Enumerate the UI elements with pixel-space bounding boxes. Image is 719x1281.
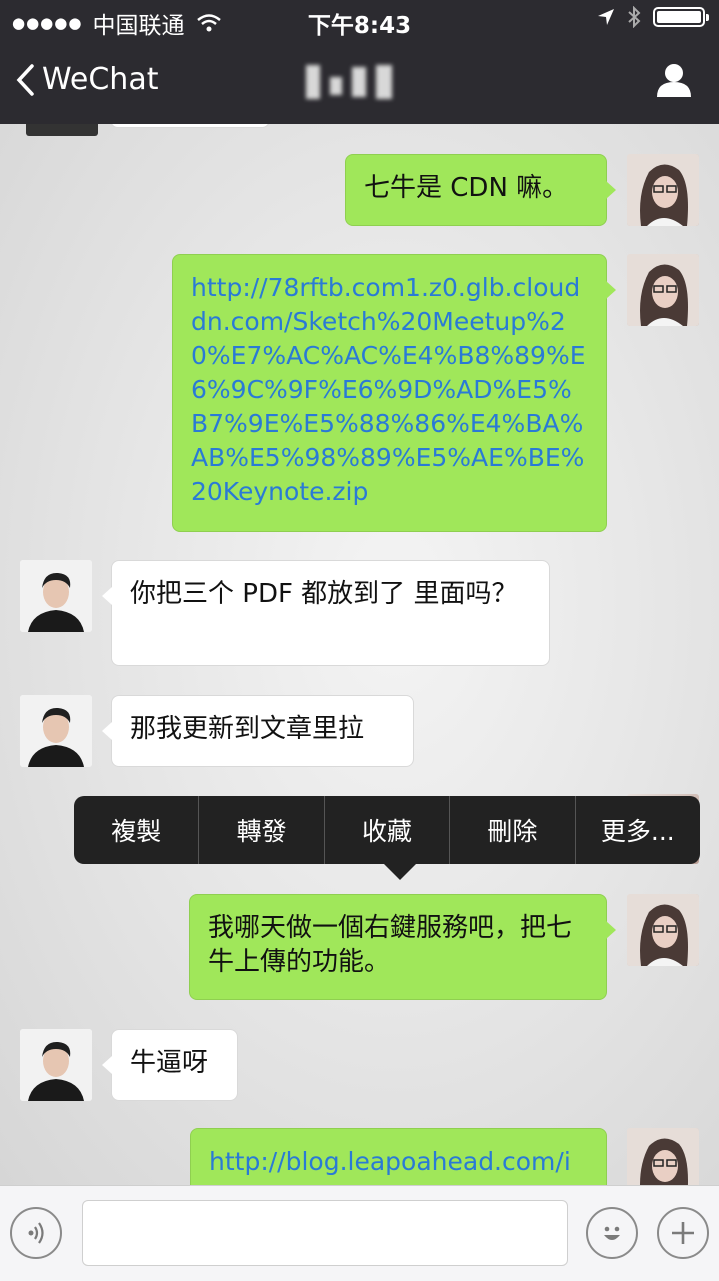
avatar[interactable]: [20, 1029, 92, 1101]
message-bubble[interactable]: http://blog.leapoahead.com/i: [190, 1128, 607, 1185]
message-bubble[interactable]: 那我更新到文章里拉: [102, 695, 414, 767]
user-photo-icon: [20, 560, 92, 632]
avatar[interactable]: [627, 254, 699, 326]
menu-item-copy[interactable]: 複製: [74, 796, 200, 864]
avatar[interactable]: [627, 894, 699, 966]
context-menu: 複製 轉發 收藏 刪除 更多...: [74, 796, 700, 880]
battery-icon: [653, 7, 709, 27]
message-text: 你把三个 PDF 都放到了 里面吗？: [130, 579, 518, 609]
status-icons: [597, 6, 709, 28]
avatar[interactable]: [20, 695, 92, 767]
message-text: 牛逼呀: [130, 1048, 209, 1078]
voice-icon: [28, 1222, 44, 1244]
chat-area[interactable]: 七牛是 CDN 嘛。 http://78rftb.com1.z0.glb.clo…: [0, 124, 719, 1185]
user-photo-icon: [20, 1029, 92, 1101]
message-link[interactable]: http://78rftb.com1.z0.glb.clouddn.com/Sk…: [191, 273, 586, 506]
message-input[interactable]: [82, 1200, 568, 1266]
menu-item-delete[interactable]: 刪除: [450, 796, 576, 864]
voice-button[interactable]: [10, 1207, 62, 1259]
nav-bar: WeChat: [0, 40, 719, 124]
header: ●●●●● 中国联通 下午8:43 WeChat: [0, 0, 719, 124]
back-label: WeChat: [42, 62, 159, 97]
avatar[interactable]: [26, 124, 98, 136]
message-bubble[interactable]: 我哪天做一個右鍵服務吧，把七牛上傳的功能。: [189, 894, 616, 1000]
add-icon: [672, 1222, 694, 1244]
person-icon: [657, 64, 691, 97]
bluetooth-icon: [628, 6, 641, 28]
avatar[interactable]: [627, 154, 699, 226]
user-photo-icon: [20, 695, 92, 767]
chat-info-button[interactable]: [655, 62, 693, 102]
message-bubble-partial: [110, 124, 270, 128]
message-bubble[interactable]: 牛逼呀: [102, 1029, 238, 1101]
message-bubble[interactable]: 七牛是 CDN 嘛。: [345, 154, 616, 226]
menu-item-forward[interactable]: 轉發: [199, 796, 325, 864]
message-link[interactable]: http://blog.leapoahead.com/i: [209, 1147, 571, 1176]
status-bar: ●●●●● 中国联通 下午8:43: [0, 0, 719, 40]
menu-item-more[interactable]: 更多...: [576, 796, 700, 864]
user-photo-icon: [627, 894, 699, 966]
message-bubble[interactable]: 你把三个 PDF 都放到了 里面吗？: [102, 560, 550, 666]
location-arrow-icon: [598, 9, 614, 25]
emoji-icon: [604, 1226, 620, 1240]
chat-title-obscured: [306, 62, 416, 102]
message-bubble[interactable]: http://78rftb.com1.z0.glb.clouddn.com/Sk…: [172, 254, 616, 532]
input-bar: [0, 1185, 719, 1281]
avatar[interactable]: [20, 560, 92, 632]
emoji-button[interactable]: [586, 1207, 638, 1259]
message-text: 我哪天做一個右鍵服務吧，把七牛上傳的功能。: [208, 913, 573, 977]
back-chevron-icon: [16, 63, 34, 96]
user-photo-icon: [627, 1128, 699, 1185]
message-text: 七牛是 CDN 嘛。: [364, 173, 569, 203]
user-photo-icon: [627, 254, 699, 326]
message-text: 那我更新到文章里拉: [130, 714, 365, 744]
user-photo-icon: [627, 154, 699, 226]
add-button[interactable]: [657, 1207, 709, 1259]
menu-item-favorite[interactable]: 收藏: [325, 796, 451, 864]
avatar[interactable]: [627, 1128, 699, 1185]
back-button[interactable]: WeChat: [16, 62, 158, 97]
